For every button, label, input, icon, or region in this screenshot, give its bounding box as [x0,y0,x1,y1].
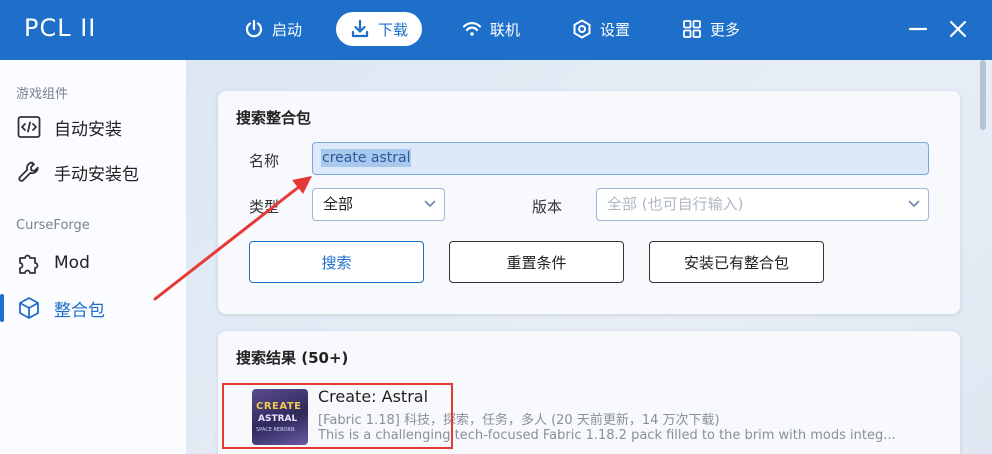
minimize-icon[interactable] [906,17,930,41]
search-card: 搜索整合包 名称 create astral 类型 全部 版本 全部 (也可自行… [218,91,960,314]
code-icon [17,116,41,138]
version-select[interactable]: 全部 (也可自行输入) [596,188,929,221]
nav-more[interactable]: 更多 [668,12,754,46]
chevron-down-icon [908,200,920,207]
puzzle-icon [19,254,39,274]
wrench-icon [18,161,39,182]
sidebar-item-label: Mod [54,253,90,273]
nav-more-label: 更多 [710,20,741,39]
power-icon [245,19,263,38]
active-indicator [0,294,4,322]
sidebar: 游戏组件 自动安装 手动安装包 CurseForge Mod 整合包 [0,60,186,454]
reset-button[interactable]: 重置条件 [449,241,624,283]
wifi-icon [462,22,482,36]
scrollbar[interactable] [980,60,986,130]
nav-multiplayer[interactable]: 联机 [448,12,534,46]
nav-launch[interactable]: 启动 [230,12,316,46]
annotation-box [222,383,453,449]
nav-download[interactable]: 下载 [336,12,423,46]
sidebar-item-label: 手动安装包 [54,164,139,185]
sidebar-item-modpack[interactable]: 整合包 [0,286,186,330]
install-existing-button[interactable]: 安装已有整合包 [649,241,824,283]
name-input[interactable]: create astral [312,142,929,175]
cube-icon [19,297,39,319]
name-label: 名称 [249,152,280,170]
sidebar-section-curseforge: CurseForge [16,218,90,233]
search-card-title: 搜索整合包 [236,109,312,127]
nav-settings-label: 设置 [600,20,631,39]
settings-icon [573,19,591,39]
type-label: 类型 [249,198,280,216]
nav-multiplayer-label: 联机 [490,20,521,39]
title-bar: PCL II 启动 下载 联机 设置 更多 [0,0,992,60]
sidebar-item-auto-install[interactable]: 自动安装 [0,105,186,149]
type-select[interactable]: 全部 [312,188,445,221]
close-icon[interactable] [946,17,970,41]
sidebar-section-components: 游戏组件 [16,87,69,102]
sidebar-item-label: 自动安装 [54,119,122,140]
name-input-value: create astral [321,149,412,167]
chevron-down-icon [424,200,436,207]
type-select-value: 全部 [323,195,354,213]
results-title: 搜索结果 (50+) [236,349,349,367]
sidebar-item-label: 整合包 [54,300,105,321]
download-icon [351,19,369,38]
version-label: 版本 [532,198,563,216]
nav-download-label: 下载 [378,20,409,39]
app-title: PCL II [24,14,97,42]
grid-icon [683,20,701,38]
sidebar-item-mod[interactable]: Mod [0,241,186,285]
version-select-placeholder: 全部 (也可自行输入) [607,195,744,213]
search-button[interactable]: 搜索 [249,241,424,283]
nav-settings[interactable]: 设置 [558,12,644,46]
sidebar-item-manual-install[interactable]: 手动安装包 [0,150,186,194]
nav-launch-label: 启动 [272,20,303,39]
